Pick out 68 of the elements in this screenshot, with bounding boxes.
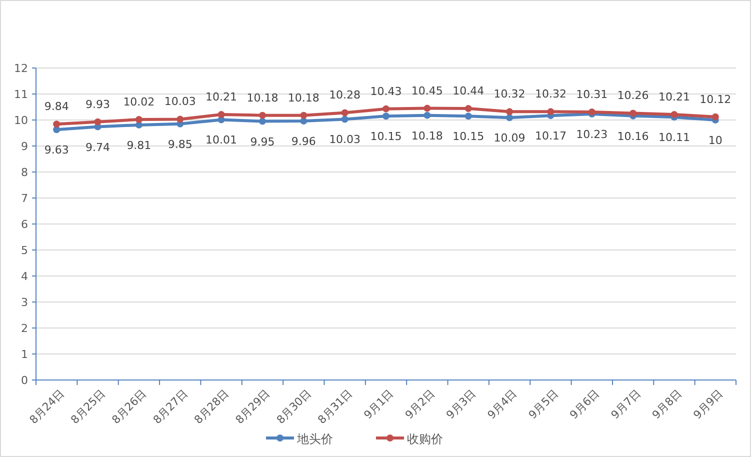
x-tick-label: 8月31日 [315,386,355,427]
y-tick-label: 9 [21,140,28,153]
data-label: 10.45 [411,84,443,98]
data-label: 9.93 [86,98,110,111]
x-tick-label: 9月3日 [444,386,478,422]
y-tick-label: 6 [21,218,28,231]
y-tick-label: 8 [21,166,28,179]
data-label: 9.84 [44,100,69,114]
y-tick-label: 10 [14,114,28,127]
x-tick-label: 8月24日 [27,386,67,427]
x-tick-label: 9月9日 [690,386,726,422]
legend-label: 收购价 [407,432,443,446]
x-tick-label: 9月2日 [402,386,438,422]
data-label: 9.96 [291,135,316,148]
y-tick-label: 1 [21,348,28,361]
legend-line-icon [376,434,404,442]
legend-line-icon [266,434,294,442]
data-label: 10.16 [617,130,649,143]
data-label: 10.02 [123,95,155,108]
x-tick-label: 8月28日 [192,386,232,427]
data-label: 10.17 [534,130,566,143]
y-tick-label: 12 [14,62,28,75]
data-label: 10.26 [617,89,649,102]
data-label: 10.01 [206,134,238,147]
data-label: 10.44 [452,84,484,98]
x-tick-label: 9月5日 [526,386,561,422]
x-tick-label: 9月1日 [361,386,396,422]
data-label: 9.74 [86,140,110,154]
x-tick-label: 8月30日 [274,386,314,427]
data-label: 9.81 [126,138,152,152]
data-label: 10.15 [370,130,402,144]
data-label: 10.11 [658,131,690,144]
data-label: 10.18 [246,91,278,104]
data-label: 10 [708,134,722,147]
y-tick-label: 3 [21,296,28,309]
data-label: 10.43 [370,84,402,98]
x-tick-label: 8月26日 [109,386,150,427]
data-label: 9.95 [250,135,275,148]
x-tick-label: 9月8日 [650,386,684,422]
data-label: 10.32 [494,88,526,101]
y-tick-label: 5 [21,244,28,257]
data-label: 9.63 [44,144,69,157]
y-tick-label: 0 [21,374,28,387]
data-label: 10.12 [700,92,732,106]
data-label: 10.28 [329,88,361,102]
legend-label: 地头价 [297,432,333,446]
data-label: 10.09 [494,132,526,145]
data-label: 10.21 [206,90,238,104]
x-tick-label: 9月7日 [608,386,644,422]
data-label: 10.21 [658,90,690,104]
x-tick-label: 9月4日 [485,386,520,422]
data-label: 10.31 [576,88,608,101]
y-tick-label: 7 [21,192,28,205]
data-label: 10.03 [164,95,196,108]
data-label: 10.15 [452,130,484,144]
data-label: 10.18 [288,91,320,104]
x-tick-label: 9月6日 [567,386,602,422]
data-label: 10.18 [411,129,443,142]
y-tick-label: 4 [21,270,28,283]
data-label: 10.03 [329,133,361,146]
y-tick-label: 2 [21,322,28,335]
y-tick-label: 11 [14,88,28,101]
x-tick-label: 8月29日 [233,386,273,427]
x-tick-label: 8月25日 [68,386,108,427]
data-label: 10.32 [534,88,566,101]
data-label: 9.85 [168,138,192,151]
data-label: 10.23 [576,128,608,142]
x-tick-label: 8月27日 [150,386,190,427]
